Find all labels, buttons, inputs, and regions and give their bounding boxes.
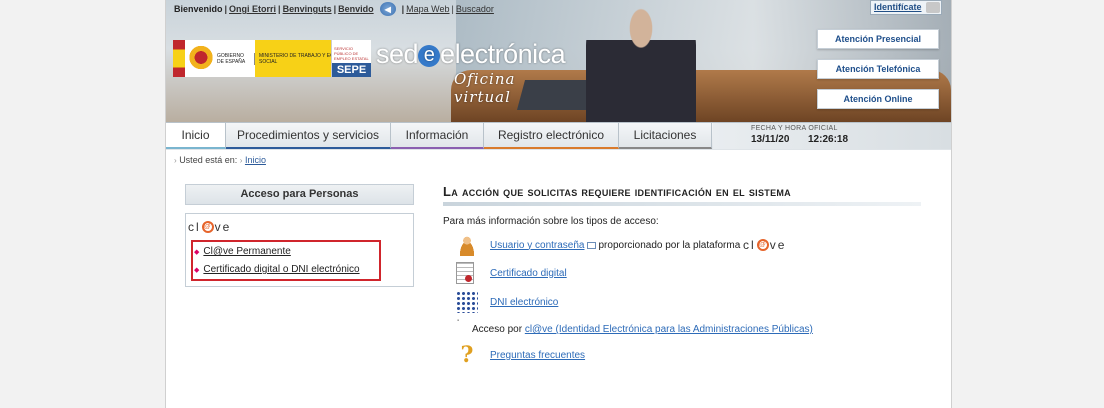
breadcrumb: › Usted está en: › Inicio (174, 155, 266, 165)
gobierno-text: GOBIERNO DE ESPAÑA (217, 52, 255, 65)
oficina-virtual-text: Oficina virtual (454, 70, 516, 106)
clave-identidad-link[interactable]: cl@ve (Identidad Electrónica para las Ad… (525, 324, 813, 335)
official-time: 12:26:18 (808, 134, 849, 145)
electronica-part: electrónica (440, 39, 566, 69)
lang-galego-link[interactable]: Benvido (338, 4, 374, 14)
acceso-personas-box: cl @ ve ◆ Cl@ve Permanente ◆ Certificado dig… (185, 213, 414, 287)
usuario-row: Usuario y contraseña proporcionado por l… (456, 233, 786, 257)
dni-chip-icon (456, 291, 478, 313)
coat-of-arms-icon (188, 43, 214, 74)
lang-euskera-link[interactable]: Ongi Etorri (229, 4, 276, 14)
clave-at-icon: @ (756, 239, 769, 251)
official-date: 13/11/20 (751, 134, 790, 145)
info-text: Para más información sobre los tipos de … (443, 216, 659, 227)
buscador-link[interactable]: Buscador (456, 4, 494, 14)
acceso-clave-line: Acceso por cl@ve (Identidad Electrónica … (472, 324, 813, 335)
certificate-icon (456, 262, 474, 284)
acceso-prefix: Acceso por (472, 324, 523, 335)
bullet-icon: ▪ (457, 318, 460, 324)
atencion-online-button[interactable]: Atención Online (817, 89, 939, 109)
sede-part: sed (376, 39, 419, 69)
usuario-contrasena-link[interactable]: Usuario y contraseña (490, 240, 585, 251)
certificado-dni-link[interactable]: ◆ Certificado digital o DNI electrónico (194, 264, 360, 275)
welcome-text: Bienvenido (174, 4, 223, 14)
sepe-logo[interactable]: SERVICIO PÚBLICO DE EMPLEO ESTATAL SEPE (331, 40, 371, 77)
tab-informacion[interactable]: Información (391, 123, 484, 149)
tab-inicio[interactable]: Inicio (166, 123, 226, 149)
clave-logo-post: ve (769, 238, 787, 252)
sede-e-icon: e (418, 44, 441, 67)
dni-electronico-link[interactable]: DNI electrónico (490, 297, 558, 308)
preguntas-frecuentes-link[interactable]: Preguntas frecuentes (490, 350, 585, 361)
page-title: La acción que solicitas requiere identif… (443, 184, 791, 199)
certificado-row: Certificado digital (456, 261, 567, 285)
tab-procedimientos[interactable]: Procedimientos y servicios (226, 123, 391, 149)
clave-logo-pre: cl (188, 220, 201, 234)
usuario-suffix: proporcionado por la plataforma (598, 239, 741, 251)
bullet-icon: ◆ (194, 267, 200, 274)
main-nav: Inicio Procedimientos y servicios Inform… (166, 122, 951, 150)
atencion-telefonica-button[interactable]: Atención Telefónica (817, 59, 939, 79)
clave-logo: cl @ ve (743, 238, 786, 252)
header-photo-person (586, 5, 696, 122)
certificado-dni-label: Certificado digital o DNI electrónico (203, 264, 360, 275)
atencion-presencial-button[interactable]: Atención Presencial (817, 29, 939, 49)
user-icon (456, 234, 478, 256)
mapa-web-link[interactable]: Mapa Web (406, 4, 449, 14)
language-bar: Bienvenido | Ongi Etorri | Benvinguts | … (174, 2, 494, 16)
breadcrumb-arrow-icon: › (174, 156, 177, 165)
clave-logo-pre: cl (743, 238, 756, 252)
breadcrumb-prefix: Usted está en: (179, 155, 238, 165)
bullet-icon: ◆ (194, 249, 200, 256)
title-divider (443, 202, 921, 206)
datetime-label: FECHA Y HORA OFICIAL (751, 125, 838, 132)
clave-logo: cl @ ve (188, 220, 231, 234)
page-container: Bienvenido | Ongi Etorri | Benvinguts | … (165, 0, 952, 408)
question-icon: ? (460, 342, 474, 368)
tab-licitaciones[interactable]: Licitaciones (619, 123, 712, 149)
external-link-icon (586, 241, 596, 249)
sede-electronica-logo[interactable]: sed e electrónica Oficina virtual (376, 39, 576, 106)
certificado-digital-link[interactable]: Certificado digital (490, 268, 567, 279)
acceso-personas-title: Acceso para Personas (185, 184, 414, 205)
tab-registro[interactable]: Registro electrónico (484, 123, 619, 149)
lang-catala-link[interactable]: Benvinguts (283, 4, 332, 14)
sepe-label: SEPE (332, 63, 371, 77)
lock-icon (926, 2, 940, 13)
site-header: Bienvenido | Ongi Etorri | Benvinguts | … (166, 0, 951, 122)
clave-permanente-label: Cl@ve Permanente (203, 246, 291, 257)
breadcrumb-inicio-link[interactable]: Inicio (245, 155, 266, 165)
official-datetime: FECHA Y HORA OFICIAL 13/11/20 12:26:18 (713, 123, 951, 149)
sepe-subtitle: SERVICIO PÚBLICO DE EMPLEO ESTATAL (334, 46, 369, 61)
clave-logo-post: ve (214, 220, 232, 234)
clave-permanente-link[interactable]: ◆ Cl@ve Permanente (194, 246, 291, 257)
spain-flag-icon (173, 40, 185, 77)
faq-row: ? Preguntas frecuentes (456, 342, 586, 368)
clave-at-icon: @ (201, 221, 214, 233)
speaker-icon[interactable]: ◀ (379, 2, 396, 16)
dni-row: DNI electrónico (456, 290, 558, 314)
identificate-button[interactable]: Identifícate (870, 0, 942, 15)
breadcrumb-arrow-icon: › (239, 156, 243, 165)
identificate-label: Identifícate (874, 2, 922, 12)
